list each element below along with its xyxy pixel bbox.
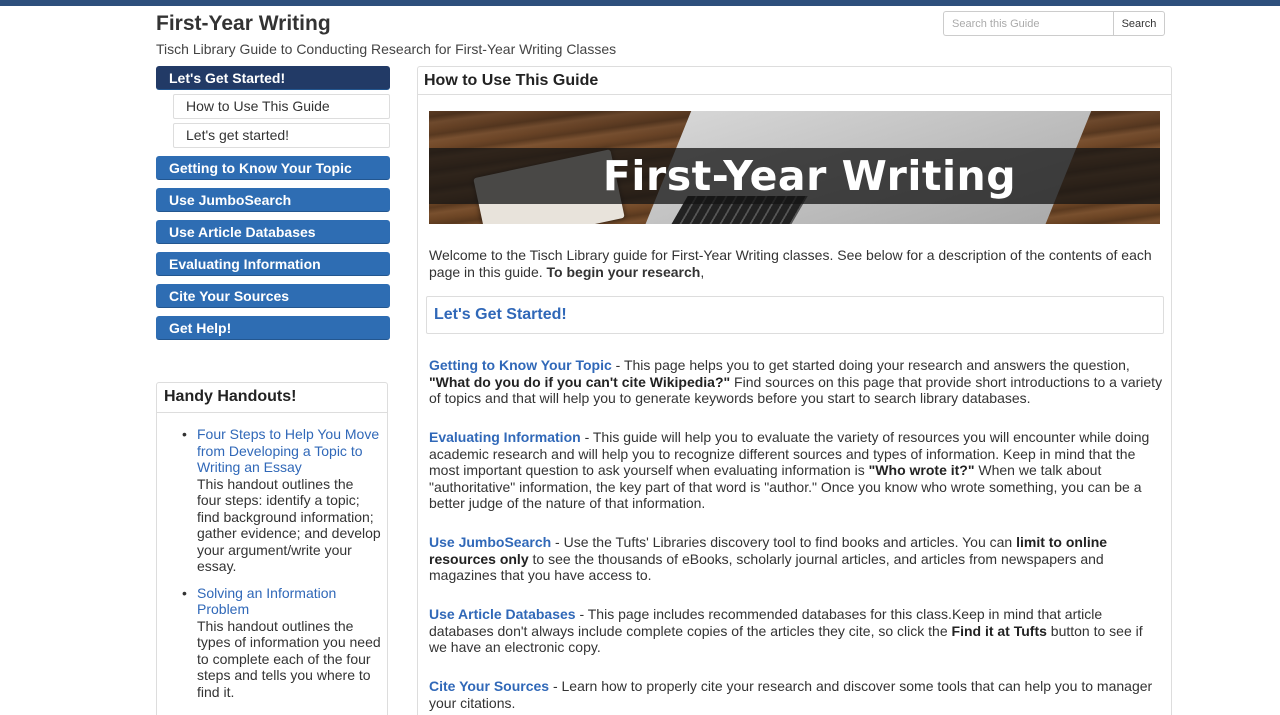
main-content-box: How to Use This Guide First-Year Writing… [417,66,1172,715]
intro-tail: , [700,263,705,280]
section-text: to see the thousands of eBooks, scholarl… [429,550,1104,584]
intro-paragraph: Welcome to the Tisch Library guide for F… [429,247,1159,280]
link-use-article-databases[interactable]: Use Article Databases [429,606,576,622]
nav-item-lets-get-started[interactable]: Let's Get Started! [156,66,390,90]
handout-description: This handout outlines the types of infor… [197,617,381,700]
handout-link-information-problem[interactable]: Solving an Information Problem [197,585,381,618]
nav-subitem-how-to-use[interactable]: How to Use This Guide [173,94,390,119]
section-topic: Getting to Know Your Topic - This page h… [429,357,1164,407]
content-box-title: How to Use This Guide [418,67,1171,95]
guide-nav: Let's Get Started! How to Use This Guide… [156,66,390,348]
intro-bold: To begin your research [546,263,701,280]
section-jumbosearch: Use JumboSearch - Use the Tufts' Librari… [429,534,1164,584]
lets-get-started-link[interactable]: Let's Get Started! [426,296,1164,334]
handout-link-four-steps[interactable]: Four Steps to Help You Move from Develop… [197,426,381,476]
link-use-jumbosearch[interactable]: Use JumboSearch [429,534,551,550]
handouts-title: Handy Handouts! [157,383,387,413]
link-getting-to-know-topic[interactable]: Getting to Know Your Topic [429,357,612,373]
guide-search: Search [943,11,1165,36]
nav-item-jumbosearch[interactable]: Use JumboSearch [156,188,390,212]
bullet-icon: • [182,584,187,601]
bullet-icon: • [182,426,187,442]
handouts-list: • Four Steps to Help You Move from Devel… [157,413,387,700]
nav-item-get-help[interactable]: Get Help! [156,316,390,340]
top-accent-bar [0,0,1280,6]
nav-subitem-lets-get-started[interactable]: Let's get started! [173,123,390,148]
section-bold: "Who wrote it?" [868,462,975,478]
link-cite-your-sources[interactable]: Cite Your Sources [429,678,549,694]
list-item: • Four Steps to Help You Move from Devel… [181,426,381,575]
link-evaluating-information[interactable]: Evaluating Information [429,429,581,445]
page-title: First-Year Writing [156,12,331,35]
intro-text: Welcome to the Tisch Library guide for F… [429,247,1152,280]
banner-title: First-Year Writing [602,152,1017,200]
section-text: - Use the Tufts' Libraries discovery too… [551,534,1017,550]
section-text: - This page helps you to get started doi… [611,357,1130,373]
search-input[interactable] [943,11,1113,36]
section-bold: "What do you do if you can't cite Wikipe… [429,373,731,390]
list-item: • Solving an Information Problem This ha… [181,585,381,701]
nav-item-article-databases[interactable]: Use Article Databases [156,220,390,244]
section-cite: Cite Your Sources - Learn how to properl… [429,678,1164,711]
search-button[interactable]: Search [1113,11,1165,36]
page-subtitle: Tisch Library Guide to Conducting Resear… [156,41,617,57]
section-databases: Use Article Databases - This page includ… [429,606,1164,656]
nav-item-evaluating[interactable]: Evaluating Information [156,252,390,276]
handouts-box: Handy Handouts! • Four Steps to Help You… [156,382,388,715]
section-evaluating: Evaluating Information - This guide will… [429,429,1164,512]
nav-item-cite-sources[interactable]: Cite Your Sources [156,284,390,308]
section-bold: Find it at Tufts [951,622,1047,639]
banner-image: First-Year Writing [429,111,1160,224]
nav-item-topic[interactable]: Getting to Know Your Topic [156,156,390,180]
handout-description: This handout outlines the four steps: id… [197,475,381,575]
